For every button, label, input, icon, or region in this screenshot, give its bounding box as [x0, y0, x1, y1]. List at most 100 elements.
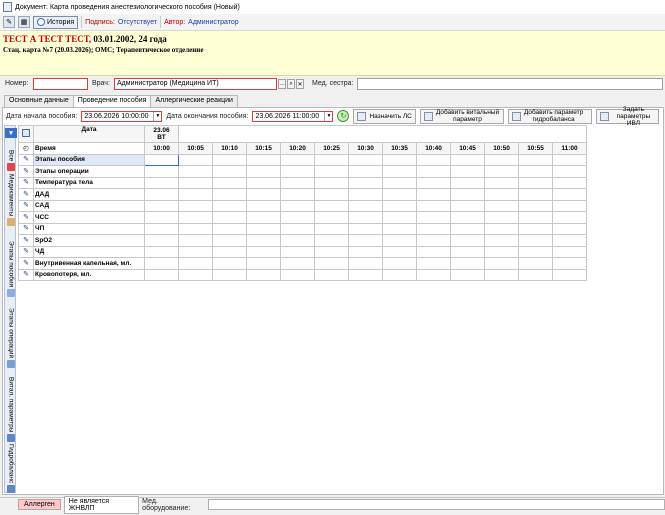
grid-cell[interactable]	[450, 211, 485, 224]
grid-cell[interactable]	[280, 257, 315, 270]
grid-cell[interactable]	[246, 245, 281, 258]
grid-cell[interactable]	[416, 245, 451, 258]
grid-cell[interactable]	[246, 188, 281, 201]
grid-cell[interactable]	[518, 153, 553, 166]
grid-cell[interactable]	[178, 257, 213, 270]
nurse-field[interactable]	[357, 78, 663, 90]
grid-cell[interactable]	[348, 245, 383, 258]
grid-cell[interactable]	[450, 188, 485, 201]
grid-cell[interactable]	[348, 234, 383, 247]
grid-cell[interactable]	[552, 165, 587, 178]
grid-cell[interactable]	[450, 153, 485, 166]
grid-cell[interactable]	[450, 234, 485, 247]
grid-cell[interactable]	[518, 188, 553, 201]
grid-cell[interactable]	[552, 234, 587, 247]
grid-cell[interactable]	[484, 211, 519, 224]
grid-cell[interactable]	[280, 188, 315, 201]
grid-cell[interactable]	[450, 199, 485, 212]
chevron-down-icon[interactable]: ▼	[5, 128, 17, 138]
grid-cell[interactable]	[280, 222, 315, 235]
grid-cell[interactable]	[144, 268, 179, 281]
grid-cell[interactable]	[178, 188, 213, 201]
grid-cell[interactable]	[348, 165, 383, 178]
grid-cell[interactable]	[552, 188, 587, 201]
grid-cell[interactable]	[382, 153, 417, 166]
grid-cell[interactable]	[144, 234, 179, 247]
grid-cell[interactable]	[212, 165, 247, 178]
grid-cell[interactable]	[450, 165, 485, 178]
sidebar-tab-all[interactable]: Все	[5, 150, 17, 172]
search-icon[interactable]: ⌕	[287, 79, 295, 89]
grid-cell[interactable]	[212, 245, 247, 258]
grid-cell[interactable]	[246, 268, 281, 281]
grid-cell[interactable]	[314, 257, 349, 270]
grid-cell[interactable]	[416, 199, 451, 212]
grid-cell[interactable]	[246, 257, 281, 270]
grid-cell[interactable]	[348, 268, 383, 281]
grid-cell[interactable]	[314, 211, 349, 224]
grid-cell[interactable]	[280, 245, 315, 258]
grid-cell[interactable]	[552, 222, 587, 235]
number-field[interactable]	[33, 78, 88, 90]
grid-cell[interactable]	[552, 211, 587, 224]
grid-cell[interactable]	[314, 153, 349, 166]
grid-cell[interactable]	[144, 176, 179, 189]
grid-cell[interactable]	[348, 153, 383, 166]
pen-icon[interactable]: ✎	[18, 176, 34, 189]
grid-cell[interactable]	[552, 245, 587, 258]
grid-cell[interactable]	[518, 165, 553, 178]
grid-cell[interactable]	[280, 153, 315, 166]
pen-icon[interactable]: ✎	[18, 257, 34, 270]
grid-cell[interactable]	[518, 222, 553, 235]
grid-cell[interactable]	[144, 165, 179, 178]
grid-cell[interactable]	[382, 234, 417, 247]
sidebar-tab-operation-stages[interactable]: Этапы операций	[5, 308, 17, 369]
grid-cell[interactable]	[280, 268, 315, 281]
grid-cell[interactable]	[348, 257, 383, 270]
assign-ls-button[interactable]: Назначить ЛС	[353, 108, 416, 124]
grid-cell[interactable]	[416, 268, 451, 281]
ivl-params-button[interactable]: Задать параметры ИВЛ	[595, 106, 659, 127]
med-equipment-field[interactable]	[208, 499, 665, 510]
grid-cell[interactable]	[212, 268, 247, 281]
pen-icon[interactable]: ✎	[18, 199, 34, 212]
grid-cell[interactable]	[518, 257, 553, 270]
grid-cell[interactable]	[212, 188, 247, 201]
grid-cell[interactable]	[314, 165, 349, 178]
chevron-down-icon[interactable]: ▼	[153, 111, 161, 121]
doctor-field[interactable]: Администратор (Медицина ИТ)	[114, 78, 277, 90]
grid-cell[interactable]	[450, 245, 485, 258]
grid-cell[interactable]	[246, 165, 281, 178]
grid-cell[interactable]	[314, 245, 349, 258]
pen-icon[interactable]: ✎	[18, 245, 34, 258]
grid-cell[interactable]	[484, 165, 519, 178]
grid-cell[interactable]	[552, 268, 587, 281]
grid-cell[interactable]	[246, 234, 281, 247]
ellipsis-icon[interactable]: …	[278, 79, 286, 89]
tab-allergies[interactable]: Аллергические реакции	[150, 95, 238, 107]
add-vital-button[interactable]: Добавить витальный параметр	[419, 108, 504, 124]
grid-cell[interactable]	[484, 245, 519, 258]
grid-cell[interactable]	[416, 222, 451, 235]
grid-cell[interactable]	[246, 199, 281, 212]
pen-icon[interactable]: ✎	[18, 268, 34, 281]
grid-cell[interactable]	[416, 257, 451, 270]
grid-cell[interactable]	[518, 245, 553, 258]
grid-cell[interactable]	[178, 176, 213, 189]
grid-cell[interactable]	[280, 234, 315, 247]
grid-cell[interactable]	[484, 257, 519, 270]
grid-cell[interactable]	[178, 165, 213, 178]
grid-cell[interactable]	[246, 176, 281, 189]
grid-corner[interactable]	[18, 125, 34, 143]
tab-anesthesia[interactable]: Проведение пособия	[72, 95, 152, 107]
grid-cell[interactable]	[144, 245, 179, 258]
grid-cell[interactable]	[518, 268, 553, 281]
grid-cell[interactable]	[246, 153, 281, 166]
grid-cell[interactable]	[484, 176, 519, 189]
grid-cell[interactable]	[416, 234, 451, 247]
grid-cell[interactable]	[212, 222, 247, 235]
grid-cell[interactable]	[552, 257, 587, 270]
grid-cell[interactable]	[416, 153, 451, 166]
grid-cell[interactable]	[416, 211, 451, 224]
grid-cell[interactable]	[348, 222, 383, 235]
